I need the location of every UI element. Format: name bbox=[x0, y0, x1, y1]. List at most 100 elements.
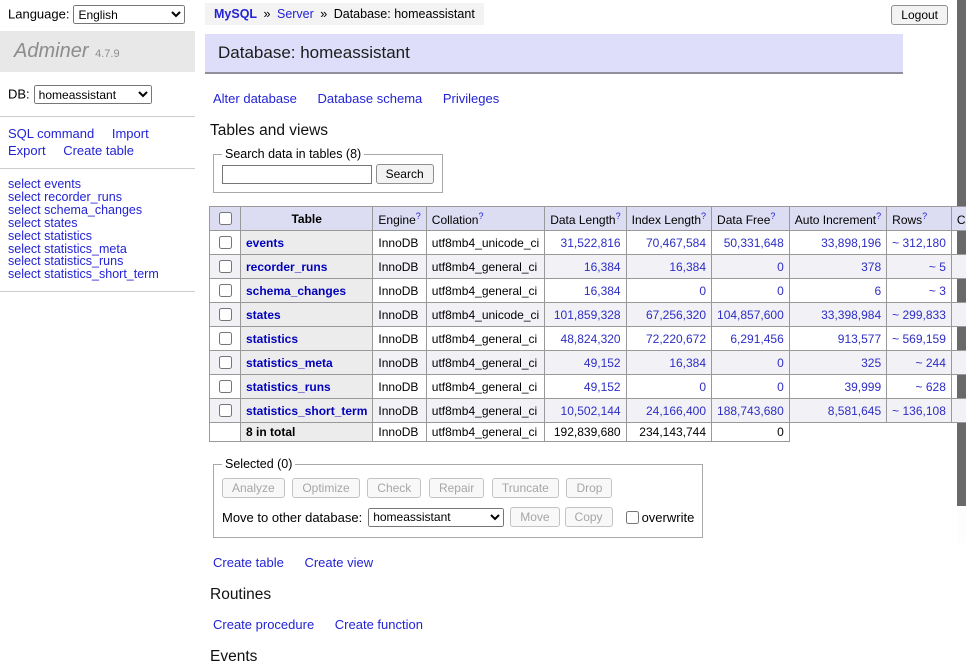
engine-cell: InnoDB bbox=[373, 303, 426, 327]
help-icon[interactable]: ? bbox=[922, 211, 927, 221]
data-free-cell: 50,331,648 bbox=[712, 231, 790, 255]
search-button[interactable]: Search bbox=[376, 164, 434, 184]
help-icon[interactable]: ? bbox=[701, 211, 706, 221]
sidebar-link-import[interactable]: Import bbox=[112, 126, 149, 141]
drop-button[interactable]: Drop bbox=[566, 478, 612, 498]
check-button[interactable]: Check bbox=[367, 478, 421, 498]
table-link-schema-changes[interactable]: schema_changes bbox=[246, 284, 346, 298]
create-function-link[interactable]: Create function bbox=[335, 617, 423, 632]
help-icon[interactable]: ? bbox=[478, 211, 483, 221]
row-checkbox[interactable] bbox=[219, 236, 232, 249]
data-free-cell: 188,743,680 bbox=[712, 399, 790, 423]
index-length-cell: 16,384 bbox=[626, 351, 711, 375]
overwrite-checkbox[interactable] bbox=[626, 511, 639, 524]
table-link-recorder-runs[interactable]: recorder_runs bbox=[246, 260, 327, 274]
brand-block: Adminer 4.7.9 bbox=[0, 31, 195, 72]
data-length-total-cell: 192,839,680 bbox=[545, 423, 626, 442]
index-length-cell: 72,220,672 bbox=[626, 327, 711, 351]
breadcrumb: MySQL » Server » Database: homeassistant bbox=[205, 3, 484, 25]
row-checkbox[interactable] bbox=[219, 356, 232, 369]
auto-increment-cell: 378 bbox=[789, 255, 886, 279]
index-length-cell: 16,384 bbox=[626, 255, 711, 279]
move-database-select[interactable]: homeassistant bbox=[368, 508, 504, 527]
table-row: statistics_runs InnoDB utf8mb4_general_c… bbox=[210, 375, 966, 399]
auto-increment-cell: 33,898,196 bbox=[789, 231, 886, 255]
optimize-button[interactable]: Optimize bbox=[292, 478, 359, 498]
column-header-index-length: Index Length? bbox=[626, 207, 711, 231]
table-name-cell: schema_changes bbox=[241, 279, 373, 303]
row-checkbox[interactable] bbox=[219, 380, 232, 393]
truncate-button[interactable]: Truncate bbox=[492, 478, 559, 498]
breadcrumb-mysql-link[interactable]: MySQL bbox=[214, 7, 257, 21]
comment-cell bbox=[951, 279, 966, 303]
language-select[interactable]: English bbox=[73, 5, 185, 24]
comment-cell bbox=[951, 255, 966, 279]
repair-button[interactable]: Repair bbox=[429, 478, 484, 498]
row-checkbox[interactable] bbox=[219, 260, 232, 273]
sidebar-item-select-states[interactable]: select states bbox=[8, 217, 187, 230]
select-all-checkbox[interactable] bbox=[219, 212, 232, 225]
breadcrumb-current: Database: homeassistant bbox=[334, 7, 475, 21]
search-legend: Search data in tables (8) bbox=[222, 147, 364, 161]
table-name-cell: statistics_short_term bbox=[241, 399, 373, 423]
overwrite-label: overwrite bbox=[642, 510, 695, 525]
sidebar-item-select-statistics-short-term[interactable]: select statistics_short_term bbox=[8, 268, 187, 281]
help-icon[interactable]: ? bbox=[770, 211, 775, 221]
breadcrumb-separator: » bbox=[264, 7, 271, 21]
move-database-label: Move to other database: bbox=[222, 510, 362, 525]
auto-increment-cell: 8,581,645 bbox=[789, 399, 886, 423]
table-link-statistics-meta[interactable]: statistics_meta bbox=[246, 356, 333, 370]
page-title-bar: Database: homeassistant bbox=[205, 34, 903, 74]
routines-heading: Routines bbox=[210, 586, 952, 604]
sidebar-link-create-table[interactable]: Create table bbox=[63, 143, 134, 158]
sidebar-link-sql-command[interactable]: SQL command bbox=[8, 126, 94, 141]
privileges-link[interactable]: Privileges bbox=[443, 91, 499, 106]
alter-database-link[interactable]: Alter database bbox=[213, 91, 297, 106]
collation-cell: utf8mb4_unicode_ci bbox=[426, 303, 544, 327]
column-header-auto-increment: Auto Increment? bbox=[789, 207, 886, 231]
create-view-link[interactable]: Create view bbox=[304, 555, 373, 570]
move-button[interactable]: Move bbox=[510, 507, 559, 527]
sidebar-link-export[interactable]: Export bbox=[8, 143, 46, 158]
table-name-cell: statistics_meta bbox=[241, 351, 373, 375]
search-input[interactable] bbox=[222, 165, 372, 184]
comment-cell bbox=[951, 375, 966, 399]
data-length-cell: 16,384 bbox=[545, 255, 626, 279]
table-link-events[interactable]: events bbox=[246, 236, 284, 250]
table-row: recorder_runs InnoDB utf8mb4_general_ci … bbox=[210, 255, 966, 279]
create-procedure-link[interactable]: Create procedure bbox=[213, 617, 314, 632]
table-link-statistics-runs[interactable]: statistics_runs bbox=[246, 380, 331, 394]
sidebar-item-select-recorder-runs[interactable]: select recorder_runs bbox=[8, 191, 187, 204]
data-length-cell: 49,152 bbox=[545, 375, 626, 399]
engine-cell: InnoDB bbox=[373, 327, 426, 351]
sidebar-item-select-schema-changes[interactable]: select schema_changes bbox=[8, 204, 187, 217]
database-schema-link[interactable]: Database schema bbox=[317, 91, 422, 106]
collation-cell: utf8mb4_general_ci bbox=[426, 375, 544, 399]
sidebar-item-select-statistics[interactable]: select statistics bbox=[8, 230, 187, 243]
rows-count-cell: ~ 3 bbox=[887, 279, 952, 303]
auto-increment-cell: 6 bbox=[789, 279, 886, 303]
column-header-data-length: Data Length? bbox=[545, 207, 626, 231]
analyze-button[interactable]: Analyze bbox=[222, 478, 285, 498]
help-icon[interactable]: ? bbox=[416, 211, 421, 221]
row-checkbox[interactable] bbox=[219, 404, 232, 417]
table-link-states[interactable]: states bbox=[246, 308, 281, 322]
comment-cell bbox=[951, 303, 966, 327]
sidebar-item-select-events[interactable]: select events bbox=[8, 178, 187, 191]
table-link-statistics-short-term[interactable]: statistics_short_term bbox=[246, 404, 367, 418]
collation-cell: utf8mb4_general_ci bbox=[426, 351, 544, 375]
row-checkbox[interactable] bbox=[219, 332, 232, 345]
row-checkbox[interactable] bbox=[219, 284, 232, 297]
row-checkbox[interactable] bbox=[219, 308, 232, 321]
create-table-link[interactable]: Create table bbox=[213, 555, 284, 570]
db-select[interactable]: homeassistant bbox=[34, 85, 152, 104]
index-length-cell: 67,256,320 bbox=[626, 303, 711, 327]
help-icon[interactable]: ? bbox=[876, 211, 881, 221]
help-icon[interactable]: ? bbox=[616, 211, 621, 221]
copy-button[interactable]: Copy bbox=[565, 507, 613, 527]
table-link-statistics[interactable]: statistics bbox=[246, 332, 298, 346]
breadcrumb-server-link[interactable]: Server bbox=[277, 7, 314, 21]
index-length-cell: 24,166,400 bbox=[626, 399, 711, 423]
comment-cell bbox=[951, 399, 966, 423]
collation-cell: utf8mb4_general_ci bbox=[426, 423, 544, 442]
